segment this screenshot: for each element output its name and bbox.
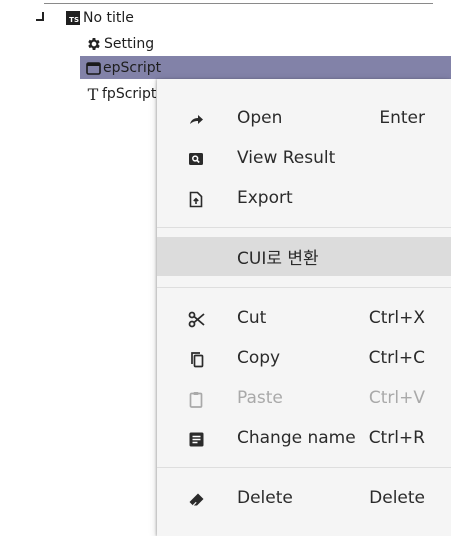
- menu-item-label: CUI로 변환: [237, 249, 319, 269]
- tree-item-label: epScript: [103, 60, 162, 76]
- tree-item-fpscript[interactable]: T fpScript: [86, 83, 157, 105]
- menu-item-shortcut: Ctrl+X: [368, 308, 425, 328]
- menu-item-shortcut: Ctrl+C: [368, 348, 425, 368]
- menu-item-shortcut: Delete: [369, 488, 425, 508]
- arrow-forward-icon: [187, 110, 205, 128]
- menu-item-delete[interactable]: Delete Delete: [157, 480, 451, 516]
- menu-item-label: Copy: [237, 348, 281, 368]
- menu-separator: [157, 287, 451, 288]
- search-window-icon: [187, 150, 205, 168]
- tree-root-label: No title: [83, 10, 134, 26]
- copy-icon: [187, 350, 205, 368]
- tree-item-epscript[interactable]: epScript: [86, 57, 161, 79]
- menu-item-view-result[interactable]: View Result: [157, 140, 451, 176]
- menu-item-label: Change name: [237, 428, 356, 448]
- file-upload-icon: [187, 190, 205, 208]
- window-icon: [86, 61, 101, 75]
- menu-separator: [157, 227, 451, 228]
- menu-item-label: Cut: [237, 308, 267, 328]
- menu-item-convert-cui[interactable]: CUI로 변환: [157, 237, 451, 276]
- menu-item-label: View Result: [237, 148, 336, 168]
- eraser-icon: [187, 490, 205, 508]
- context-menu: Open Enter View Result Export CUI로 변환 Cu…: [157, 79, 451, 536]
- tree-item-label: fpScript: [102, 86, 157, 102]
- rename-icon: [187, 430, 205, 448]
- menu-item-label: Export: [237, 188, 293, 208]
- menu-item-copy[interactable]: Copy Ctrl+C: [157, 340, 451, 376]
- menu-item-label: Paste: [237, 388, 283, 408]
- scissors-icon: [187, 310, 205, 328]
- menu-item-label: Open: [237, 108, 283, 128]
- menu-item-export[interactable]: Export: [157, 180, 451, 216]
- tree-root-item[interactable]: TS No title: [66, 7, 134, 29]
- top-divider: [44, 3, 433, 4]
- menu-item-label: Delete: [237, 488, 293, 508]
- menu-item-shortcut: Ctrl+R: [368, 428, 425, 448]
- tree-item-setting[interactable]: Setting: [86, 33, 154, 55]
- menu-item-paste: Paste Ctrl+V: [157, 380, 451, 416]
- menu-item-change-name[interactable]: Change name Ctrl+R: [157, 420, 451, 456]
- tree-item-label: Setting: [104, 36, 155, 52]
- clipboard-icon: [187, 390, 205, 408]
- text-t-icon: T: [87, 84, 99, 104]
- tree-connector-icon: [36, 12, 45, 22]
- gear-icon: [86, 36, 102, 52]
- menu-separator: [157, 467, 451, 468]
- menu-item-cut[interactable]: Cut Ctrl+X: [157, 300, 451, 336]
- menu-item-open[interactable]: Open Enter: [157, 100, 451, 136]
- menu-item-shortcut: Ctrl+V: [368, 388, 425, 408]
- typescript-file-icon: TS: [66, 11, 80, 25]
- menu-item-shortcut: Enter: [379, 108, 425, 128]
